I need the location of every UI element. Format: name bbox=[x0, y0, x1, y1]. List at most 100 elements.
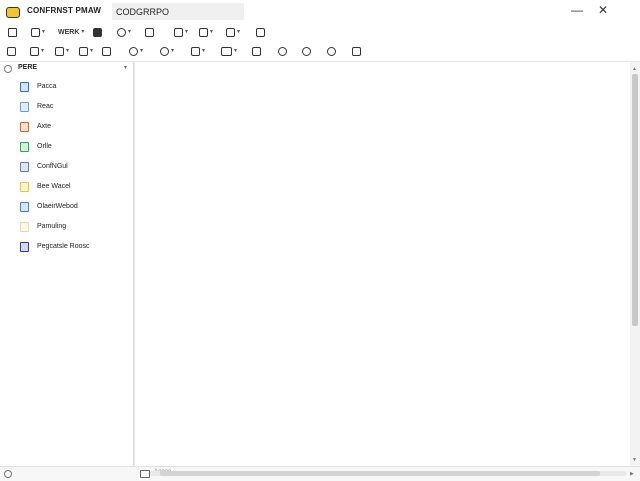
edit-icon bbox=[93, 28, 102, 37]
chevron-down-icon: ▾ bbox=[81, 29, 85, 35]
chevron-down-icon: ▾ bbox=[41, 48, 45, 54]
circle-icon bbox=[160, 47, 169, 56]
user-icon bbox=[302, 47, 311, 56]
sidebar-item-label: OlaeirWebod bbox=[37, 203, 78, 210]
toolbar-primary: ▾ WERK ▾ ▾ ▾ ▾ ▾ bbox=[0, 23, 640, 41]
chevron-down-icon: ▾ bbox=[210, 29, 214, 35]
title-field[interactable] bbox=[112, 3, 244, 20]
settings-icon[interactable] bbox=[4, 470, 12, 478]
shield-button[interactable] bbox=[278, 45, 287, 58]
shape-button[interactable]: ▾ bbox=[160, 45, 174, 58]
window-button[interactable] bbox=[102, 45, 111, 58]
sidebar-item-label: Orlle bbox=[37, 143, 52, 150]
app-title: CONFRNST PMAW bbox=[27, 6, 102, 15]
rect-button[interactable]: ▾ bbox=[191, 45, 205, 58]
layout-icon bbox=[226, 28, 235, 37]
frame-button[interactable]: ▾ bbox=[221, 45, 237, 58]
chevron-down-icon: ▾ bbox=[42, 29, 46, 35]
help-button[interactable] bbox=[327, 45, 336, 58]
toolbar-secondary: ▾ ▾ ▾ ▾ ▾ ▾ ▾ bbox=[0, 42, 640, 60]
page-icon bbox=[20, 222, 29, 232]
window-icon bbox=[102, 47, 111, 56]
calendar-button[interactable] bbox=[252, 45, 261, 58]
paste-button[interactable]: ▾ bbox=[55, 45, 69, 58]
copy-button[interactable]: ▾ bbox=[30, 45, 44, 58]
globe-icon bbox=[117, 28, 126, 37]
horizontal-scrollbar[interactable] bbox=[150, 471, 626, 476]
document-green-icon bbox=[20, 142, 29, 152]
sidebar-item[interactable]: Axte bbox=[0, 118, 133, 136]
calendar-icon bbox=[252, 47, 261, 56]
sidebar-item[interactable]: Pacca bbox=[0, 78, 133, 96]
photo-icon bbox=[256, 28, 265, 37]
monitor-icon bbox=[20, 202, 29, 212]
scroll-thumb[interactable] bbox=[632, 74, 638, 326]
chevron-down-icon: ▾ bbox=[128, 29, 132, 35]
sidebar-item[interactable]: Pegcatsle Roosc bbox=[0, 238, 133, 256]
chevron-down-icon: ▾ bbox=[234, 48, 238, 54]
help-icon bbox=[327, 47, 336, 56]
edit-button[interactable] bbox=[93, 26, 102, 39]
cut-button[interactable]: ▾ bbox=[79, 45, 93, 58]
sidebar-item-label: Reac bbox=[37, 103, 54, 110]
sidebar-item[interactable]: Bee Wacel bbox=[0, 178, 133, 196]
table-icon bbox=[145, 28, 154, 37]
sidebar: PERE ▾ Pacca Reac Axte Orlle ConfNGul Bee Wac… bbox=[0, 62, 134, 466]
new-doc-button[interactable] bbox=[8, 26, 17, 39]
scroll-up-icon[interactable]: ▲ bbox=[632, 66, 637, 72]
minimize-button[interactable]: — bbox=[566, 3, 588, 17]
sidebar-header[interactable]: PERE ▾ bbox=[0, 62, 133, 74]
gear-icon bbox=[4, 65, 12, 73]
frame-icon bbox=[221, 47, 232, 56]
sidebar-header-label: PERE bbox=[18, 64, 38, 71]
cut-icon bbox=[79, 47, 88, 56]
copy-icon bbox=[30, 47, 39, 56]
photo-button[interactable] bbox=[256, 26, 265, 39]
shield-icon bbox=[278, 47, 287, 56]
open-button[interactable]: ▾ bbox=[31, 26, 45, 39]
werk-dropdown[interactable]: WERK ▾ bbox=[55, 26, 84, 39]
app-folder-icon bbox=[6, 7, 20, 18]
keyboard-icon bbox=[140, 470, 150, 478]
main-content[interactable] bbox=[134, 62, 631, 466]
sidebar-item[interactable]: OlaeirWebod bbox=[0, 198, 133, 216]
chart-icon bbox=[20, 122, 29, 132]
vertical-scrollbar[interactable]: ▲ ▼ bbox=[630, 62, 640, 466]
chevron-down-icon: ▾ bbox=[90, 48, 94, 54]
chevron-down-icon: ▾ bbox=[185, 29, 189, 35]
print-button[interactable] bbox=[352, 45, 361, 58]
horizontal-scroll-thumb[interactable] bbox=[160, 471, 600, 476]
keyboard-button[interactable] bbox=[7, 45, 16, 58]
sidebar-item[interactable]: Pamuling bbox=[0, 218, 133, 236]
note-icon bbox=[20, 182, 29, 192]
chevron-down-icon: ▾ bbox=[140, 48, 144, 54]
sidebar-item[interactable]: Orlle bbox=[0, 138, 133, 156]
chart-icon bbox=[199, 28, 208, 37]
image-button[interactable]: ▾ bbox=[174, 26, 188, 39]
sidebar-item[interactable]: Reac bbox=[0, 98, 133, 116]
table-button[interactable] bbox=[145, 26, 154, 39]
sidebar-item-label: Pamuling bbox=[37, 223, 67, 230]
folder-icon bbox=[31, 28, 40, 37]
sidebar-item[interactable]: ConfNGul bbox=[0, 158, 133, 176]
globe-button[interactable]: ▾ bbox=[117, 26, 131, 39]
info-button[interactable]: ▾ bbox=[129, 45, 143, 58]
chevron-down-icon: ▾ bbox=[171, 48, 175, 54]
chevron-down-icon: ▾ bbox=[123, 65, 127, 71]
sidebar-item-label: Bee Wacel bbox=[37, 183, 71, 190]
info-icon bbox=[129, 47, 138, 56]
sidebar-item-label: ConfNGul bbox=[37, 163, 68, 170]
page-icon bbox=[8, 28, 17, 37]
chevron-down-icon: ▾ bbox=[202, 48, 206, 54]
close-button[interactable]: ✕ bbox=[592, 3, 614, 17]
sidebar-item-label: Pacca bbox=[37, 83, 57, 90]
sidebar-item-label: Axte bbox=[37, 123, 52, 130]
chart-button[interactable]: ▾ bbox=[199, 26, 213, 39]
user-button[interactable] bbox=[302, 45, 311, 58]
chevron-down-icon: ▾ bbox=[66, 48, 70, 54]
scroll-down-icon[interactable]: ▼ bbox=[632, 457, 637, 463]
scroll-right-icon[interactable]: ▶ bbox=[630, 471, 634, 477]
image-icon bbox=[174, 28, 183, 37]
layout-button[interactable]: ▾ bbox=[226, 26, 240, 39]
title-bar: CONFRNST PMAW — ✕ bbox=[0, 0, 640, 22]
